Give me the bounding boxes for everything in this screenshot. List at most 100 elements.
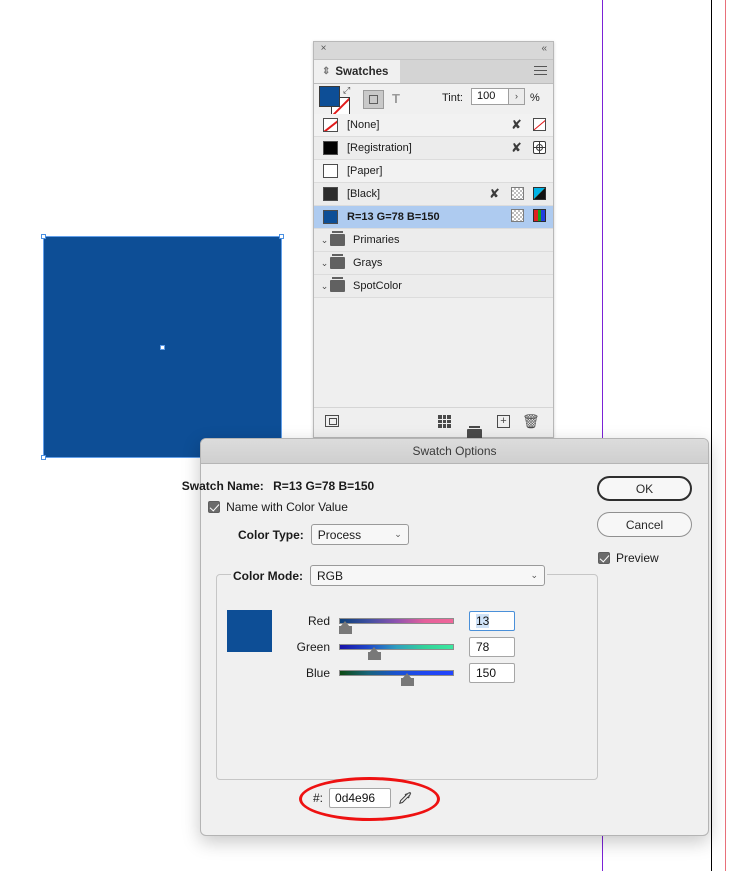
swatch-group-primaries[interactable]: ⌄ Primaries — [314, 229, 553, 252]
red-value-input[interactable]: 13 — [469, 611, 515, 631]
new-swatch-icon[interactable]: + — [497, 415, 510, 428]
panel-menu-icon[interactable] — [534, 66, 547, 77]
nib-crossed-icon: ✘ — [511, 140, 522, 155]
tab-swatches-label: Swatches — [335, 65, 389, 78]
preview-row[interactable]: Preview — [598, 551, 659, 565]
color-mode-row: Color Mode: RGB ⌄ — [231, 565, 547, 586]
selection-handle-top-left[interactable] — [41, 234, 46, 239]
chevron-down-icon[interactable]: ⌄ — [319, 258, 330, 269]
name-with-color-value-checkbox[interactable] — [208, 501, 221, 513]
collapse-panel-icon[interactable]: « — [541, 44, 547, 54]
swatch-color-chip — [323, 210, 338, 224]
slider-row-blue: Blue 150 — [285, 663, 515, 686]
swatch-row-icons: ✘ — [487, 186, 546, 201]
page-edge-line — [711, 0, 712, 871]
slider-row-green: Green 78 — [285, 637, 515, 660]
slider-track-green[interactable] — [339, 644, 454, 660]
swatch-row-icons: ✘ — [509, 140, 546, 155]
color-mode-select[interactable]: RGB ⌄ — [310, 565, 545, 586]
selection-handle-top-right[interactable] — [279, 234, 284, 239]
swatch-group-label: Primaries — [353, 234, 400, 246]
name-with-color-value-label: Name with Color Value — [226, 500, 348, 514]
swatch-group-label: SpotColor — [353, 280, 402, 292]
preview-label: Preview — [616, 551, 659, 565]
dialog-title: Swatch Options — [201, 439, 708, 464]
swatches-panel[interactable]: × « ⇕ Swatches ⤢ T Tint: 100 › % [None] … — [313, 41, 554, 440]
swatch-name: [Paper] — [347, 165, 383, 177]
show-swatch-group-icon[interactable] — [325, 415, 339, 427]
swap-fill-stroke-icon[interactable]: ⤢ — [343, 85, 350, 96]
swatch-row-black[interactable]: [Black] ✘ — [314, 183, 553, 206]
swatch-row-r13-g78-b150[interactable]: R=13 G=78 B=150 — [314, 206, 553, 229]
nib-crossed-icon: ✘ — [489, 186, 500, 201]
rgb-color-space-icon — [533, 209, 546, 222]
hex-input[interactable]: 0d4e96 — [329, 788, 392, 808]
tint-stepper-icon[interactable]: › — [509, 88, 525, 105]
color-type-value: Process — [317, 527, 362, 542]
swatch-name-value[interactable]: R=13 G=78 B=150 — [273, 479, 374, 493]
cancel-button[interactable]: Cancel — [597, 512, 692, 537]
slider-track-blue[interactable] — [339, 670, 454, 686]
cmyk-color-space-icon — [533, 187, 546, 200]
blue-value-input[interactable]: 150 — [469, 663, 515, 683]
slider-thumb-blue[interactable] — [401, 673, 414, 686]
close-icon[interactable]: × — [319, 44, 328, 54]
nib-crossed-icon: ✘ — [511, 117, 522, 132]
fill-stroke-control[interactable]: ⤢ — [319, 85, 353, 116]
color-type-row: Color Type: Process ⌄ — [238, 524, 409, 545]
selection-handle-bottom-left[interactable] — [41, 455, 46, 460]
tint-tile-icon — [511, 209, 524, 222]
slider-thumb-red[interactable] — [339, 621, 352, 634]
panel-title-bar: × « — [314, 42, 553, 60]
color-mode-label: Color Mode: — [233, 568, 303, 583]
swatch-name: R=13 G=78 B=150 — [347, 211, 440, 223]
color-type-select[interactable]: Process ⌄ — [310, 524, 409, 545]
swatch-row-icons: ✘ — [509, 117, 546, 132]
chevron-down-icon[interactable]: ⌄ — [319, 281, 330, 292]
swatch-name-label: Swatch Name: — [181, 479, 264, 493]
tint-tile-icon — [511, 187, 524, 200]
ok-button[interactable]: OK — [597, 476, 692, 501]
formatting-affects-container-icon[interactable] — [363, 90, 384, 109]
eyedropper-icon[interactable] — [397, 790, 414, 807]
swatch-group-spotcolor[interactable]: ⌄ SpotColor — [314, 275, 553, 298]
swatch-color-chip — [323, 118, 338, 132]
swatch-name: [Black] — [347, 188, 381, 200]
selection-edge-left — [43, 236, 44, 458]
selection-edge-top — [43, 236, 282, 237]
tab-grip-icon: ⇕ — [322, 66, 331, 77]
hex-label: #: — [313, 791, 324, 805]
swatch-group-label: Grays — [353, 257, 383, 269]
swatch-name: [None] — [347, 119, 380, 131]
swatch-color-chip — [323, 187, 338, 201]
fill-swatch[interactable] — [319, 86, 340, 107]
slider-thumb-green[interactable] — [368, 647, 381, 660]
chevron-down-icon: ⌄ — [394, 529, 402, 539]
delete-swatch-icon[interactable]: 🗑 — [522, 414, 540, 428]
folder-icon — [330, 254, 345, 269]
new-color-group-icon[interactable] — [438, 415, 451, 428]
tint-input[interactable]: 100 — [471, 88, 509, 105]
selection-center-point[interactable] — [160, 345, 165, 350]
color-type-label: Color Type: — [238, 527, 304, 542]
swatch-row-none[interactable]: [None] ✘ — [314, 114, 553, 137]
swatches-bottom-toolbar: + 🗑 — [314, 407, 553, 440]
chevron-down-icon[interactable]: ⌄ — [319, 235, 330, 246]
preview-checkbox[interactable] — [598, 552, 610, 564]
hex-row: #: 0d4e96 — [313, 788, 414, 808]
folder-icon — [330, 277, 345, 292]
swatch-list[interactable]: [None] ✘ [Registration] ✘ [Paper] [Black… — [314, 114, 553, 407]
none-slash-icon — [533, 118, 546, 131]
slider-track-red[interactable] — [339, 618, 454, 634]
swatch-color-chip — [323, 164, 338, 178]
swatch-group-grays[interactable]: ⌄ Grays — [314, 252, 553, 275]
slider-label-blue: Blue — [305, 666, 330, 680]
formatting-affects-text-icon[interactable]: T — [392, 91, 400, 106]
slider-label-green: Green — [296, 640, 330, 654]
swatches-controls: ⤢ T Tint: 100 › % — [314, 84, 553, 116]
swatch-row-registration[interactable]: [Registration] ✘ — [314, 137, 553, 160]
swatch-row-paper[interactable]: [Paper] — [314, 160, 553, 183]
green-value-input[interactable]: 78 — [469, 637, 515, 657]
tab-swatches[interactable]: ⇕ Swatches — [314, 60, 401, 83]
color-preview-chip — [227, 610, 272, 652]
